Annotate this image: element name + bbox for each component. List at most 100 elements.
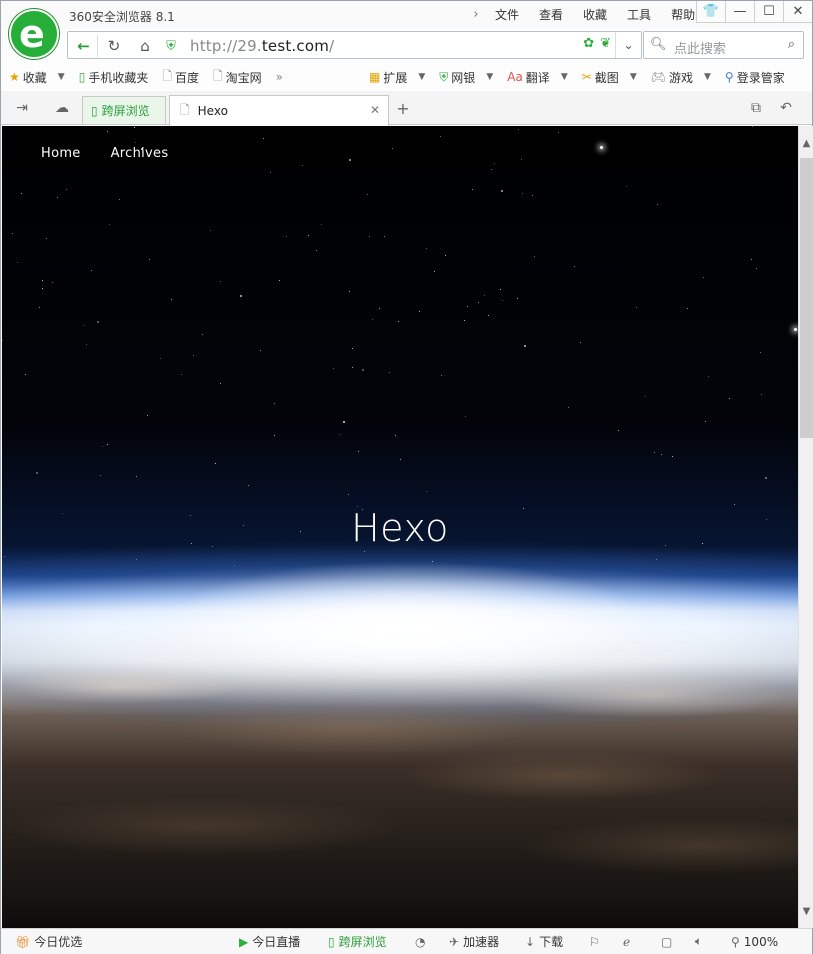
zoom-icon: ⚲ [731, 934, 740, 949]
caret-down-icon[interactable]: ▼ [561, 72, 568, 82]
tool-games[interactable]: 🎮︎ 游戏 ▼ [651, 69, 711, 86]
menu-favorites[interactable]: 收藏 [573, 6, 617, 23]
status-today-pick[interactable]: 🎁︎ 今日优选 [15, 933, 82, 950]
scroll-thumb[interactable] [800, 158, 813, 438]
bookmark-baidu[interactable]: 🗋 百度 [162, 67, 199, 88]
tab-close-icon[interactable]: ✕ [370, 103, 380, 117]
tool-extensions[interactable]: ▦ 扩展 ▼ [369, 69, 425, 86]
caret-down-icon[interactable]: ▼ [486, 72, 493, 82]
search-placeholder: 点此搜索 [674, 42, 727, 57]
star [568, 407, 569, 408]
status-sound-button[interactable]: 🔈︎ [695, 934, 702, 949]
menu-file[interactable]: 文件 [485, 6, 529, 23]
search-go-icon[interactable]: ⌕ [788, 37, 795, 52]
tool-translate[interactable]: Aa 翻译 ▼ [507, 69, 568, 86]
search-box[interactable]: 🔍︎ 点此搜索 ⌕ [643, 31, 804, 59]
star [760, 352, 761, 353]
star [491, 169, 492, 170]
nav-home-link[interactable]: Home [41, 146, 81, 161]
tool-screenshot[interactable]: ✂ 截图 ▼ [582, 69, 637, 86]
chevron-right-icon[interactable]: › [467, 7, 485, 22]
close-button[interactable]: ✕ [783, 1, 812, 23]
status-flag-button[interactable]: ⚐ [589, 935, 600, 949]
leaf-icon[interactable]: ❦ [600, 36, 611, 51]
status-label: 今日直播 [252, 935, 301, 949]
caret-down-icon[interactable]: ▼ [704, 72, 711, 82]
bookmark-taobao[interactable]: 🗋 淘宝网 [213, 67, 262, 88]
star [756, 268, 757, 269]
star [210, 230, 211, 231]
back-button[interactable]: ← [70, 35, 98, 57]
tool-label: 网银 [451, 70, 476, 85]
status-cross-screen[interactable]: ▯ 跨屏浏览 [328, 933, 387, 950]
chevron-down-icon: ⌄ [623, 38, 634, 52]
caret-down-icon[interactable]: ▼ [58, 72, 65, 82]
star [340, 434, 341, 435]
scroll-up-icon[interactable]: ▲ [799, 134, 813, 152]
star [434, 271, 435, 272]
search-engine-icon[interactable]: 🔍︎ [650, 37, 667, 52]
status-label: 下载 [539, 935, 564, 949]
star [478, 302, 479, 303]
menu-tools[interactable]: 工具 [617, 6, 661, 23]
toolbar-right: ▦ 扩展 ▼ ⛨ 网银 ▼ Aa 翻译 ▼ ✂ 截图 ▼ 🎮︎ 游戏 ▼ ⚲ 登录管家 [369, 63, 799, 91]
home-button[interactable]: ⌂ [131, 35, 159, 57]
status-zoom[interactable]: ⚲ 100% [731, 935, 778, 949]
star [574, 266, 575, 267]
undo-close-button[interactable]: ↶ [773, 97, 799, 119]
status-today-live[interactable]: ▶ 今日直播 [239, 933, 300, 950]
nav-archives-link[interactable]: Archives [111, 146, 169, 161]
star [215, 463, 216, 464]
star [502, 300, 503, 301]
star [302, 165, 303, 166]
maximize-button[interactable]: ☐ [754, 1, 783, 23]
tool-login-manager[interactable]: ⚲ 登录管家 [725, 69, 785, 86]
star [348, 494, 349, 495]
bookmark-mobile[interactable]: ▯ 手机收藏夹 [79, 69, 149, 86]
speed-mode-icon[interactable]: ✿ [583, 36, 594, 51]
bookmarks-more[interactable]: » [276, 70, 283, 84]
tab-hexo[interactable]: 🗋 Hexo ✕ [169, 95, 389, 126]
star [765, 477, 767, 479]
security-shield[interactable]: ⛨ [162, 35, 180, 57]
scroll-down-icon[interactable]: ▼ [799, 902, 813, 920]
star [705, 421, 706, 422]
skin-button[interactable]: 👕 [696, 1, 725, 23]
status-download[interactable]: ↓ 下载 [525, 933, 563, 950]
status-speed-button[interactable]: ◔ [415, 935, 425, 949]
star [484, 295, 485, 296]
address-bar[interactable]: ← ↻ ⌂ ⛨ http://29.test.com/ ✿ ❦ ⌄ [67, 31, 642, 59]
tool-bank[interactable]: ⛨ 网银 ▼ [439, 69, 493, 86]
status-window-button[interactable]: ▢ [661, 935, 672, 949]
url-text[interactable]: http://29.test.com/ [190, 37, 334, 55]
star [708, 376, 709, 377]
sidebar-toggle-button[interactable]: ⇥ [9, 97, 35, 119]
tab-list-button[interactable]: ⧉ [743, 97, 769, 119]
minimize-icon: — [733, 4, 747, 19]
status-label: 今日优选 [34, 935, 83, 949]
star [384, 236, 385, 237]
bookmark-favorites[interactable]: ★ 收藏 ▼ [9, 69, 65, 86]
menu-view[interactable]: 查看 [529, 6, 573, 23]
minimize-button[interactable]: — [725, 1, 754, 23]
address-dropdown[interactable]: ⌄ [615, 32, 641, 58]
caret-down-icon[interactable]: ▼ [418, 72, 425, 82]
star [349, 291, 350, 292]
new-tab-button[interactable]: + [393, 98, 413, 118]
star [42, 280, 43, 281]
tab-cross-screen[interactable]: ▯ 跨屏浏览 [82, 96, 166, 124]
caret-down-icon[interactable]: ▼ [630, 72, 637, 82]
browser-logo[interactable]: e [9, 9, 59, 59]
vertical-scrollbar[interactable]: ▲ ▼ [798, 126, 813, 928]
star [672, 456, 673, 457]
star [171, 299, 172, 300]
star [392, 148, 393, 149]
star [395, 435, 396, 436]
status-ie-button[interactable]: ℯ [623, 935, 630, 949]
status-accelerator[interactable]: ✈ 加速器 [449, 933, 499, 950]
star [426, 491, 427, 492]
cloud-button[interactable]: ☁ [49, 97, 75, 119]
reload-button[interactable]: ↻ [100, 35, 128, 57]
star [160, 358, 161, 359]
star [445, 255, 446, 256]
